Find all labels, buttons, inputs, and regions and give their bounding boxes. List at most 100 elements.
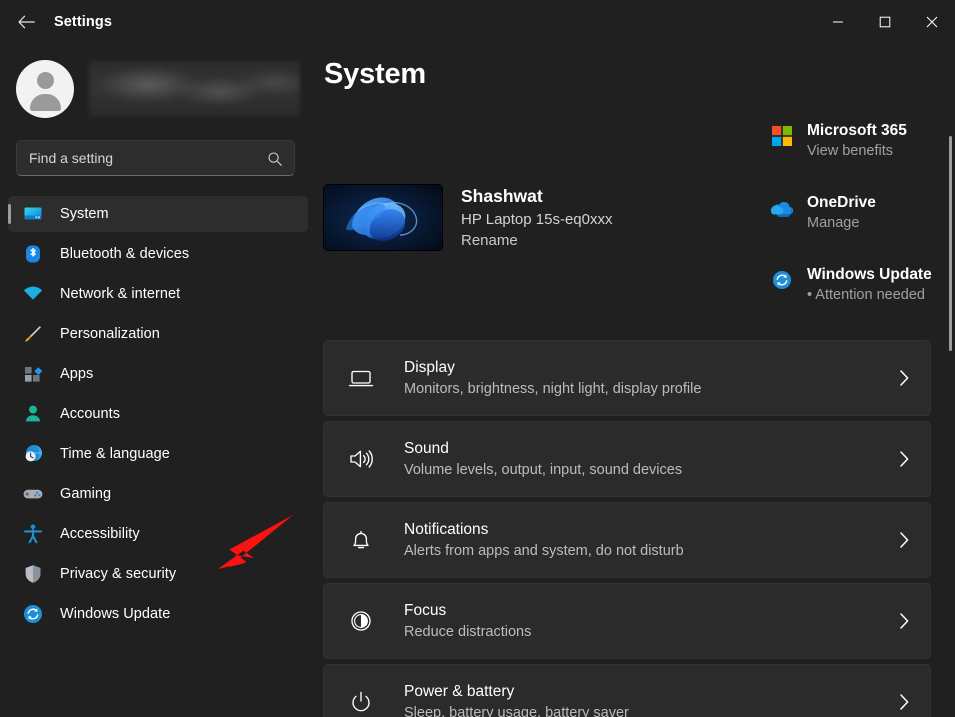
sidebar-item-apps[interactable]: Apps bbox=[8, 356, 308, 392]
maximize-icon bbox=[879, 16, 891, 28]
sidebar-item-label: Personalization bbox=[60, 326, 160, 342]
card-title: Notifications bbox=[404, 521, 684, 539]
settings-card-sound[interactable]: Sound Volume levels, output, input, soun… bbox=[323, 421, 931, 497]
card-title: Power & battery bbox=[404, 683, 629, 701]
quick-link-title: Microsoft 365 bbox=[807, 122, 907, 140]
settings-card-notifications[interactable]: Notifications Alerts from apps and syste… bbox=[323, 502, 931, 578]
sidebar-item-label: Apps bbox=[60, 366, 93, 382]
back-button[interactable] bbox=[8, 6, 44, 38]
account-name-redacted bbox=[89, 61, 300, 117]
quick-link-microsoft-365[interactable]: Microsoft 365 View benefits bbox=[770, 122, 955, 168]
search-input[interactable]: Find a setting bbox=[16, 140, 295, 176]
sidebar: Find a setting bbox=[0, 44, 320, 717]
search-placeholder: Find a setting bbox=[29, 150, 113, 166]
account-header[interactable] bbox=[16, 58, 306, 120]
close-icon bbox=[926, 16, 938, 28]
title-bar: Settings bbox=[0, 0, 955, 44]
quick-link-subtitle: Manage bbox=[807, 215, 876, 231]
window-controls bbox=[814, 0, 955, 44]
sidebar-item-label: Gaming bbox=[60, 486, 111, 502]
accessibility-icon bbox=[22, 523, 44, 545]
sidebar-item-windows-update[interactable]: Windows Update bbox=[8, 596, 308, 632]
chevron-right-icon bbox=[899, 612, 910, 630]
chevron-right-icon bbox=[899, 369, 910, 387]
sidebar-item-label: Privacy & security bbox=[60, 566, 176, 582]
chevron-right-icon bbox=[899, 531, 910, 549]
sidebar-item-bluetooth-devices[interactable]: Bluetooth & devices bbox=[8, 236, 308, 272]
search-icon bbox=[267, 151, 283, 167]
sidebar-nav: System Bluetooth & devices bbox=[8, 196, 308, 636]
chevron-right-icon bbox=[899, 450, 910, 468]
sidebar-item-label: Network & internet bbox=[60, 286, 180, 302]
card-title: Display bbox=[404, 359, 701, 377]
sidebar-item-gaming[interactable]: Gaming bbox=[8, 476, 308, 512]
sidebar-item-label: Time & language bbox=[60, 446, 170, 462]
sidebar-item-privacy-security[interactable]: Privacy & security bbox=[8, 556, 308, 592]
settings-card-focus[interactable]: Focus Reduce distractions bbox=[323, 583, 931, 659]
sidebar-item-personalization[interactable]: Personalization bbox=[8, 316, 308, 352]
speaker-icon bbox=[346, 444, 376, 474]
quick-link-subtitle: View benefits bbox=[807, 143, 907, 159]
quick-links: Microsoft 365 View benefits OneDrive Man… bbox=[770, 122, 955, 338]
sidebar-item-network-internet[interactable]: Network & internet bbox=[8, 276, 308, 312]
quick-link-onedrive[interactable]: OneDrive Manage bbox=[770, 194, 955, 240]
card-subtitle: Monitors, brightness, night light, displ… bbox=[404, 381, 701, 397]
sidebar-item-label: Accounts bbox=[60, 406, 120, 422]
bluetooth-icon bbox=[22, 243, 44, 265]
sidebar-item-label: System bbox=[60, 206, 109, 222]
sidebar-item-system[interactable]: System bbox=[8, 196, 308, 232]
page-title: System bbox=[324, 58, 426, 91]
power-icon bbox=[346, 687, 376, 717]
update-refresh-icon bbox=[770, 268, 794, 292]
sidebar-item-label: Windows Update bbox=[60, 606, 170, 622]
sidebar-item-time-language[interactable]: Time & language bbox=[8, 436, 308, 472]
minimize-icon bbox=[832, 16, 844, 28]
wifi-icon bbox=[22, 283, 44, 305]
card-subtitle: Alerts from apps and system, do not dist… bbox=[404, 543, 684, 559]
back-arrow-icon bbox=[18, 15, 35, 29]
clock-globe-icon bbox=[22, 443, 44, 465]
card-subtitle: Volume levels, output, input, sound devi… bbox=[404, 462, 682, 478]
settings-card-list: Display Monitors, brightness, night ligh… bbox=[323, 340, 931, 717]
bell-icon bbox=[346, 525, 376, 555]
device-model: HP Laptop 15s-eq0xxx bbox=[461, 211, 613, 228]
minimize-button[interactable] bbox=[814, 0, 861, 44]
chevron-right-icon bbox=[899, 693, 910, 711]
close-button[interactable] bbox=[908, 0, 955, 44]
device-wallpaper-thumbnail bbox=[323, 184, 443, 251]
update-refresh-icon bbox=[22, 603, 44, 625]
gamepad-icon bbox=[22, 483, 44, 505]
settings-card-display[interactable]: Display Monitors, brightness, night ligh… bbox=[323, 340, 931, 416]
quick-link-windows-update[interactable]: Windows Update • Attention needed bbox=[770, 266, 955, 312]
settings-card-power-battery[interactable]: Power & battery Sleep, battery usage, ba… bbox=[323, 664, 931, 717]
sidebar-item-label: Accessibility bbox=[60, 526, 140, 542]
shield-icon bbox=[22, 563, 44, 585]
maximize-button[interactable] bbox=[861, 0, 908, 44]
main-content: System bbox=[320, 44, 955, 717]
card-title: Sound bbox=[404, 440, 682, 458]
sidebar-item-accessibility[interactable]: Accessibility bbox=[8, 516, 308, 552]
settings-window: Settings bbox=[0, 0, 955, 717]
monitor-icon bbox=[22, 203, 44, 225]
quick-link-title: OneDrive bbox=[807, 194, 876, 212]
onedrive-cloud-icon bbox=[770, 196, 794, 220]
sidebar-item-label: Bluetooth & devices bbox=[60, 246, 189, 262]
sidebar-item-accounts[interactable]: Accounts bbox=[8, 396, 308, 432]
app-title: Settings bbox=[54, 14, 112, 30]
card-subtitle: Sleep, battery usage, battery saver bbox=[404, 705, 629, 717]
card-subtitle: Reduce distractions bbox=[404, 624, 531, 640]
quick-link-title: Windows Update bbox=[807, 266, 932, 284]
card-title: Focus bbox=[404, 602, 531, 620]
rename-link[interactable]: Rename bbox=[461, 232, 613, 249]
person-icon bbox=[22, 403, 44, 425]
focus-moon-icon bbox=[346, 606, 376, 636]
content-scrollbar[interactable] bbox=[949, 136, 952, 351]
microsoft-logo-icon bbox=[770, 124, 794, 148]
quick-link-subtitle: • Attention needed bbox=[807, 287, 932, 303]
paintbrush-icon bbox=[22, 323, 44, 345]
device-summary: Shashwat HP Laptop 15s-eq0xxx Rename bbox=[323, 184, 613, 251]
avatar bbox=[16, 60, 74, 118]
device-name: Shashwat bbox=[461, 186, 613, 207]
device-info: Shashwat HP Laptop 15s-eq0xxx Rename bbox=[461, 184, 613, 249]
display-monitor-icon bbox=[346, 363, 376, 393]
